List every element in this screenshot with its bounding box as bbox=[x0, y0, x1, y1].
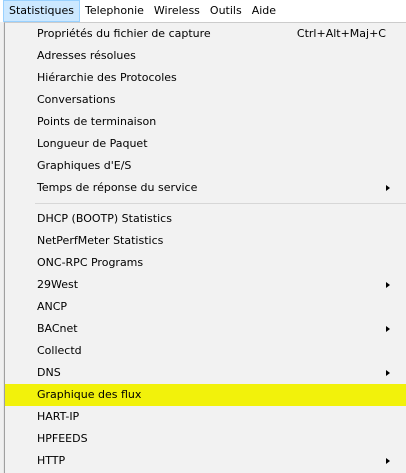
menu-item-label: Points de terminaison bbox=[37, 115, 157, 128]
menu-item-hart-ip[interactable]: HART-IP bbox=[5, 406, 406, 428]
menu-item-label: DHCP (BOOTP) Statistics bbox=[37, 212, 172, 225]
menu-item-29west[interactable]: 29West bbox=[5, 274, 406, 296]
menu-item-http[interactable]: HTTP bbox=[5, 450, 406, 472]
menu-item-label: Graphique des flux bbox=[37, 388, 142, 401]
menu-item-netperfmeter-statistics[interactable]: NetPerfMeter Statistics bbox=[5, 230, 406, 252]
menu-item-packet-length[interactable]: Longueur de Paquet bbox=[5, 133, 406, 155]
menu-item-label: ONC-RPC Programs bbox=[37, 256, 144, 269]
menu-item-conversations[interactable]: Conversations bbox=[5, 89, 406, 111]
menu-item-bacnet[interactable]: BACnet bbox=[5, 318, 406, 340]
menu-item-label: Graphiques d'E/S bbox=[37, 159, 132, 172]
menu-item-label: HART-IP bbox=[37, 410, 80, 423]
menu-item-service-response-time[interactable]: Temps de réponse du service bbox=[5, 177, 406, 199]
menu-item-dns[interactable]: DNS bbox=[5, 362, 406, 384]
menubar-aide[interactable]: Aide bbox=[247, 0, 281, 22]
menu-item-dhcp-bootp-statistics[interactable]: DHCP (BOOTP) Statistics bbox=[5, 208, 406, 230]
menu-item-label: Collectd bbox=[37, 344, 82, 357]
menu-item-label: Longueur de Paquet bbox=[37, 137, 148, 150]
menubar-outils[interactable]: Outils bbox=[205, 0, 247, 22]
menu-item-label: Adresses résolues bbox=[37, 49, 136, 62]
menubar-telephonie[interactable]: Telephonie bbox=[80, 0, 149, 22]
menu-item-label: 29West bbox=[37, 278, 79, 291]
menu-item-io-graphs[interactable]: Graphiques d'E/S bbox=[5, 155, 406, 177]
shortcut-label: Ctrl+Alt+Maj+C bbox=[296, 27, 386, 40]
menu-item-resolved-addresses[interactable]: Adresses résolues bbox=[5, 45, 406, 67]
menu-item-label: HTTP bbox=[37, 454, 66, 467]
menu-item-flow-graph[interactable]: Graphique des flux bbox=[5, 384, 406, 406]
menu-item-label: NetPerfMeter Statistics bbox=[37, 234, 164, 247]
submenu-arrow-icon bbox=[386, 282, 390, 288]
menu-item-label: BACnet bbox=[37, 322, 78, 335]
submenu-arrow-icon bbox=[386, 326, 390, 332]
menu-item-label: ANCP bbox=[37, 300, 68, 313]
menu-item-protocol-hierarchy[interactable]: Hiérarchie des Protocoles bbox=[5, 67, 406, 89]
menu-item-onc-rpc-programs[interactable]: ONC-RPC Programs bbox=[5, 252, 406, 274]
menu-item-label: HPFEEDS bbox=[37, 432, 88, 445]
menu-item-label: DNS bbox=[37, 366, 61, 379]
menu-item-capture-file-properties[interactable]: Propriétés du fichier de capture Ctrl+Al… bbox=[5, 23, 406, 45]
menu-item-label: Hiérarchie des Protocoles bbox=[37, 71, 177, 84]
menu-item-endpoints[interactable]: Points de terminaison bbox=[5, 111, 406, 133]
menu-bar: Statistiques Telephonie Wireless Outils … bbox=[0, 0, 406, 22]
menu-item-hpfeeds[interactable]: HPFEEDS bbox=[5, 428, 406, 450]
menubar-statistiques[interactable]: Statistiques bbox=[3, 0, 80, 22]
menubar-wireless[interactable]: Wireless bbox=[149, 0, 205, 22]
menu-separator bbox=[5, 199, 406, 208]
submenu-arrow-icon bbox=[386, 370, 390, 376]
menu-item-label: Propriétés du fichier de capture bbox=[37, 27, 211, 40]
menu-item-label: Conversations bbox=[37, 93, 116, 106]
submenu-arrow-icon bbox=[386, 458, 390, 464]
statistiques-dropdown-menu: Propriétés du fichier de capture Ctrl+Al… bbox=[4, 22, 406, 473]
menu-item-ancp[interactable]: ANCP bbox=[5, 296, 406, 318]
submenu-arrow-icon bbox=[386, 185, 390, 191]
menu-item-collectd[interactable]: Collectd bbox=[5, 340, 406, 362]
menu-item-label: Temps de réponse du service bbox=[37, 181, 198, 194]
